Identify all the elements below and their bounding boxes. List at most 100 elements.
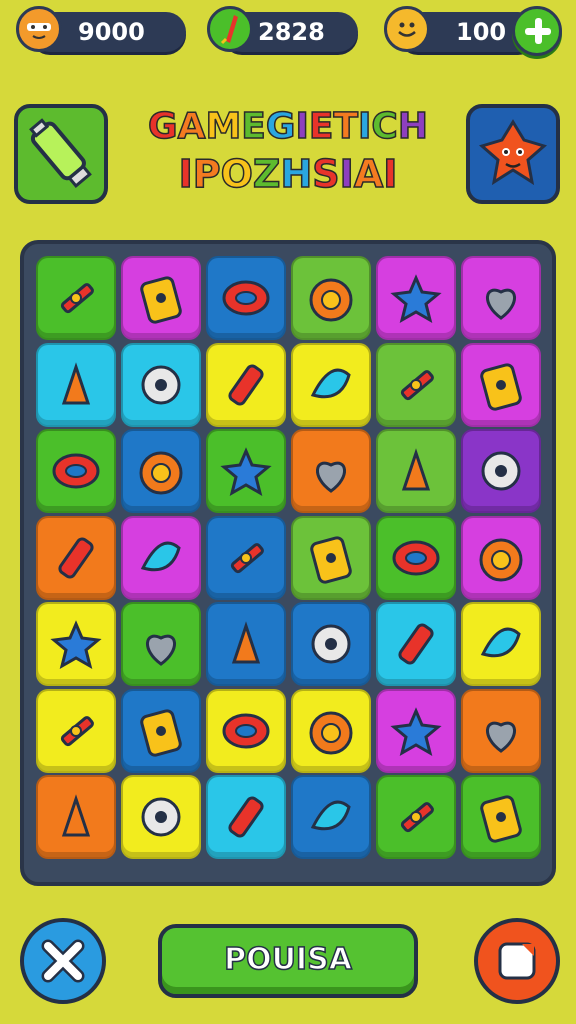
title-letter: Z (252, 151, 281, 197)
board-tile[interactable] (461, 342, 541, 427)
board-tile[interactable] (376, 342, 456, 427)
donut-icon (309, 711, 353, 754)
board-tile[interactable] (206, 429, 286, 513)
board-tile[interactable] (291, 429, 371, 513)
board-tile[interactable] (291, 342, 371, 427)
game-title-line2: IPOZHSIAI (118, 151, 458, 197)
board-tile[interactable] (206, 515, 286, 600)
game-title-line1: GAMEGIETICH (118, 105, 458, 148)
title-letter: A (353, 151, 384, 197)
play-button[interactable]: POUISA (158, 924, 418, 998)
board-tile[interactable] (36, 688, 116, 773)
wrench-tools-icon (60, 283, 94, 314)
orange-leaf-icon (400, 369, 434, 400)
pin-wand-icon (60, 715, 94, 746)
tape-roll-icon (222, 280, 270, 316)
clipboard-icon (486, 721, 516, 753)
yellow-bird-icon (139, 451, 183, 495)
board-tile[interactable] (461, 256, 541, 340)
board-tile[interactable] (376, 602, 456, 686)
board-tile[interactable] (291, 688, 371, 773)
title-letter: G (147, 105, 178, 148)
board-tile[interactable] (291, 256, 371, 340)
ring-icon (140, 708, 182, 757)
board-tile[interactable] (376, 688, 456, 773)
title-letter: H (397, 105, 429, 148)
board-tile[interactable] (461, 775, 541, 859)
smiley-value: 100 (456, 18, 507, 46)
title-letter: H (280, 151, 313, 197)
bottle-icon (310, 800, 351, 831)
bag-icon (486, 288, 516, 320)
board-tile[interactable] (376, 429, 456, 513)
board-tile[interactable] (206, 342, 286, 427)
title-letter: O (220, 151, 254, 197)
star-outline-icon (481, 451, 521, 491)
close-button[interactable] (20, 918, 106, 1004)
board-tile[interactable] (36, 342, 116, 427)
basket-icon (309, 278, 353, 322)
board-tile[interactable] (36, 429, 116, 513)
brush-icon (480, 362, 522, 411)
game-board (20, 240, 556, 886)
title-letter: P (192, 151, 221, 197)
star-monster-icon (478, 119, 548, 186)
board-tile[interactable] (36, 256, 116, 340)
right-corner-button[interactable] (466, 104, 560, 204)
board-tile[interactable] (291, 775, 371, 859)
gift-box-icon (392, 540, 440, 575)
left-corner-button[interactable] (14, 104, 108, 204)
salt-shaker-icon (230, 542, 264, 573)
rocket-icon (61, 361, 91, 404)
board-tile[interactable] (121, 515, 201, 600)
cone-icon (480, 627, 521, 658)
board-tile[interactable] (121, 775, 201, 859)
board-tile[interactable] (121, 429, 201, 513)
battery-tube-icon (29, 118, 92, 188)
board-tile[interactable] (36, 775, 116, 859)
flower-wand-icon (310, 368, 351, 398)
blue-star-icon (228, 363, 264, 406)
board-tile[interactable] (206, 775, 286, 859)
board-tile[interactable] (376, 515, 456, 600)
board-tile[interactable] (291, 515, 371, 600)
board-tile[interactable] (36, 602, 116, 686)
berries-icon (310, 535, 352, 584)
board-tile[interactable] (461, 429, 541, 513)
board-tile[interactable] (376, 256, 456, 340)
marker-icon (58, 536, 94, 579)
pencil-cup-icon (400, 802, 434, 833)
swirl-icon (222, 713, 270, 748)
ghost-icon (479, 538, 523, 581)
board-tile[interactable] (376, 775, 456, 859)
board-tile[interactable] (461, 602, 541, 686)
dice-icon (390, 706, 442, 756)
fuel-can-icon (231, 621, 261, 664)
title-letter: C (371, 105, 399, 148)
board-tile[interactable] (206, 688, 286, 773)
board-tile[interactable] (461, 515, 541, 600)
board-tile[interactable] (206, 256, 286, 340)
lipstick-icon (228, 796, 264, 838)
stop-button[interactable] (474, 918, 560, 1004)
board-tile[interactable] (36, 515, 116, 600)
title-letter: G (265, 105, 296, 148)
orange-sun-icon (220, 447, 272, 497)
title-letter: I (178, 151, 194, 197)
card-icon (140, 276, 182, 324)
board-tile[interactable] (121, 256, 201, 340)
board-tile[interactable] (291, 602, 371, 686)
board-tile[interactable] (121, 688, 201, 773)
paper-plane-icon (401, 448, 431, 491)
clock-icon (398, 623, 434, 665)
board-tile[interactable] (121, 342, 201, 427)
title-letter: I (382, 151, 398, 197)
feather-gem-icon (207, 6, 253, 52)
add-currency-button[interactable] (512, 6, 562, 56)
board-tile[interactable] (121, 602, 201, 686)
title-letter: E (241, 105, 267, 148)
board-tile[interactable] (461, 688, 541, 773)
title-letter: I (295, 105, 310, 148)
board-tile[interactable] (206, 602, 286, 686)
cross-tools-icon (141, 365, 181, 404)
